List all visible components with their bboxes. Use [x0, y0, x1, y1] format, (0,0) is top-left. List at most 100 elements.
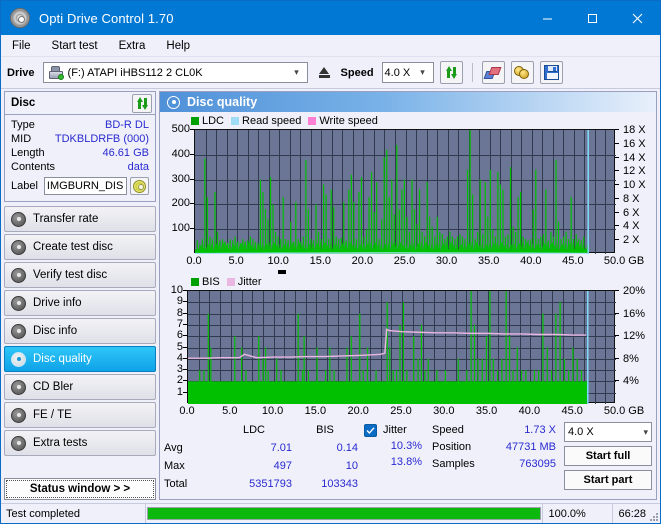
stats-avg-bis: 0.14: [336, 442, 358, 454]
sidebar-item-label: Transfer rate: [33, 213, 99, 225]
y2-tick-label: 8%: [623, 352, 639, 365]
sidebar-item-label: Verify test disc: [33, 269, 108, 281]
disc-mid-label: MID: [11, 133, 32, 145]
status-window-button[interactable]: Status window > >: [4, 478, 156, 500]
eject-button[interactable]: [313, 62, 335, 83]
start-full-button[interactable]: Start full: [564, 446, 652, 466]
x-tick-label: 35.0: [477, 255, 500, 267]
progress-fill: [148, 508, 541, 519]
disc-icon: [11, 323, 26, 339]
close-icon[interactable]: [615, 1, 660, 35]
stats-corner: [164, 422, 216, 438]
sidebar-item-verify-test-disc[interactable]: Verify test disc: [4, 262, 156, 288]
y2-tick-mark: [615, 239, 619, 241]
application-window: Opti Drive Control 1.70 File Start test …: [0, 0, 661, 524]
y2-tick-label: 20%: [623, 285, 646, 297]
disc-length-value: 46.61 GB: [102, 147, 149, 159]
sidebar-item-cd-bler[interactable]: CD Bler: [4, 374, 156, 400]
y2-tick-label: 14 X: [623, 151, 646, 164]
speed-position-stats: Speed 1.73 X Position 47731 MB Samples 7…: [432, 422, 556, 493]
y2-tick-label: 8 X: [623, 192, 640, 205]
y-tick-mark: [190, 153, 194, 155]
sidebar-item-disc-quality[interactable]: Disc quality: [4, 346, 156, 372]
speed-stat-value: 1.73 X: [524, 424, 556, 436]
error-stats-table: LDC BIS Avg 7.01 0.14 Max 497 10 Total 5…: [164, 422, 358, 493]
erase-button[interactable]: [481, 61, 505, 84]
menu-start-test[interactable]: Start test: [50, 39, 100, 53]
y-tick-mark: [183, 323, 187, 325]
content-area: Disc Type BD-R DL MID TDKBLDRFB (000) Le…: [1, 89, 660, 503]
position-stat-label: Position: [432, 441, 472, 453]
disc-icon: [11, 239, 26, 255]
sidebar-item-drive-info[interactable]: Drive info: [4, 290, 156, 316]
y2-tick-label: 10 X: [623, 179, 646, 192]
minimize-icon[interactable]: [525, 1, 570, 35]
y2-tick-mark: [615, 312, 619, 314]
start-part-button[interactable]: Start part: [564, 470, 652, 490]
disc-length-label: Length: [11, 147, 45, 159]
eject-icon: [317, 65, 332, 80]
disc-label-key: Label: [11, 180, 38, 192]
sidebar-item-label: Disc quality: [33, 353, 92, 365]
x-tick-label: 25.0: [393, 255, 416, 267]
disc-icon: [11, 435, 26, 451]
y-tick-mark: [183, 346, 187, 348]
series-ldc: [195, 130, 589, 254]
stats-row-avg-label: Avg: [164, 442, 183, 454]
x-tick-label: 40.0: [518, 405, 541, 417]
jitter-max-value: 13.8%: [390, 456, 422, 468]
disc-quality-icon: [167, 95, 180, 109]
refresh-button[interactable]: [439, 61, 463, 84]
progress-bar: [147, 507, 542, 520]
sidebar-item-fe-te[interactable]: FE / TE: [4, 402, 156, 428]
jitter-checkbox[interactable]: [364, 423, 377, 437]
bis-chart[interactable]: 1 2 3 4 5 6 7 8 9 10 4% 8% 12% 16% 20% 0.0 5.0 10.0 15.0 20…: [163, 284, 653, 419]
progress-cell: [146, 504, 544, 523]
menu-help[interactable]: Help: [164, 39, 192, 53]
x-tick-label: 30.0: [435, 255, 458, 267]
sound-button[interactable]: [510, 61, 534, 84]
disc-icon: [11, 379, 26, 395]
y-tick-mark: [183, 380, 187, 382]
drive-icon: [48, 65, 64, 80]
ldc-chart[interactable]: 100 200 300 400 500 2 X4 X6 X8 X 10 X 12 X 14 X1…: [163, 123, 653, 269]
disc-label-input[interactable]: IMGBURN_DIS: [43, 177, 127, 195]
y-tick-mark: [183, 301, 187, 303]
resize-grip[interactable]: [647, 510, 658, 521]
drive-label: Drive: [7, 66, 35, 79]
sidebar: Disc Type BD-R DL MID TDKBLDRFB (000) Le…: [1, 89, 159, 503]
test-speed-select[interactable]: 4.0 X ▾: [564, 422, 652, 442]
y-tick-mark: [190, 178, 194, 180]
legend-read-speed: Read speed: [231, 115, 301, 127]
menu-extra[interactable]: Extra: [117, 39, 148, 53]
x-tick-label: 45.0: [562, 255, 584, 267]
legend-swatch: [191, 277, 199, 286]
y2-tick-mark: [615, 225, 619, 227]
y2-tick-label: 12%: [623, 330, 646, 343]
series-bis: [188, 291, 588, 404]
sidebar-item-label: CD Bler: [33, 381, 74, 393]
refresh-icon: [444, 65, 459, 80]
drive-select[interactable]: (F:) ATAPI iHBS112 2 CL0K ▾: [42, 62, 308, 83]
sidebar-item-transfer-rate[interactable]: Transfer rate: [4, 206, 156, 232]
y2-tick-mark: [615, 156, 619, 158]
sidebar-item-create-test-disc[interactable]: Create test disc: [4, 234, 156, 260]
speed-select[interactable]: 4.0 X ▾: [381, 62, 434, 83]
sidebar-item-label: Extra tests: [33, 437, 88, 449]
stats-avg-ldc: 7.01: [270, 442, 292, 454]
y2-tick-label: 16 X: [623, 137, 646, 150]
y2-tick-label: 6 X: [623, 206, 640, 219]
disc-refresh-button[interactable]: [132, 93, 152, 113]
x-tick-label: 35.0: [475, 405, 498, 417]
sidebar-item-extra-tests[interactable]: Extra tests: [4, 430, 156, 456]
speed-stat-label: Speed: [432, 424, 464, 436]
window-title: Opti Drive Control 1.70: [39, 10, 174, 26]
sidebar-item-label: FE / TE: [33, 409, 72, 421]
cd-icon-button[interactable]: [130, 177, 149, 195]
y2-tick-label: 18 X: [623, 124, 646, 136]
menu-file[interactable]: File: [10, 39, 33, 53]
y2-tick-mark: [615, 142, 619, 144]
save-button[interactable]: [539, 61, 563, 84]
maximize-icon[interactable]: [570, 1, 615, 35]
sidebar-item-disc-info[interactable]: Disc info: [4, 318, 156, 344]
